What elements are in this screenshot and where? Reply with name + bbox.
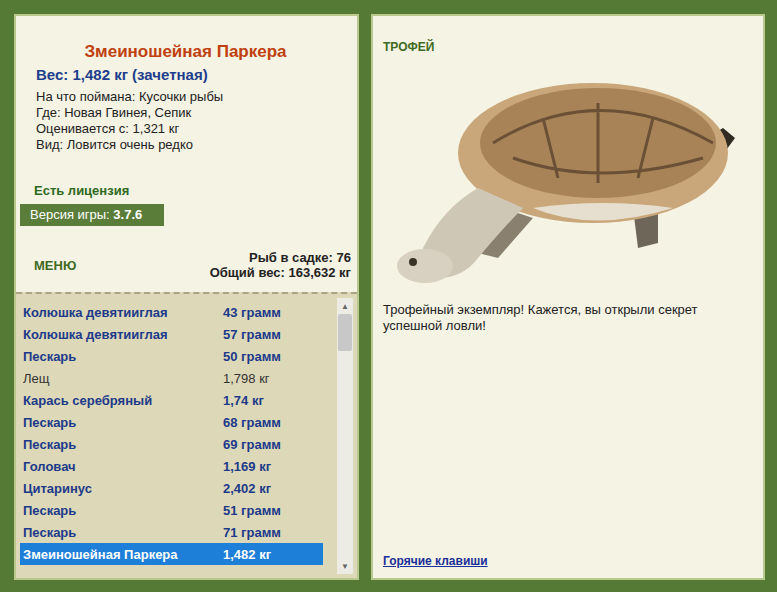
fish-title: Змеиношейная Паркера bbox=[20, 42, 351, 62]
catch-row[interactable]: Головач1,169 кг bbox=[20, 455, 323, 477]
catch-row[interactable]: Колюшка девятииглая43 грамм bbox=[20, 301, 323, 323]
catch-row[interactable]: Пескарь50 грамм bbox=[20, 345, 323, 367]
fish-weight: Вес: 1,482 кг (зачетная) bbox=[36, 66, 351, 83]
fish-details: На что поймана: Кусочки рыбыГде: Новая Г… bbox=[36, 89, 351, 153]
catch-row[interactable]: Пескарь51 грамм bbox=[20, 499, 323, 521]
scroll-track bbox=[337, 314, 353, 558]
catch-row[interactable]: Змеиношейная Паркера1,482 кг bbox=[20, 543, 323, 565]
catch-row[interactable]: Пескарь71 грамм bbox=[20, 521, 323, 543]
scrollbar[interactable]: ▲▼ bbox=[337, 298, 353, 574]
catch-row[interactable]: Колюшка девятииглая57 грамм bbox=[20, 323, 323, 345]
scroll-thumb[interactable] bbox=[338, 314, 352, 351]
detail-line: Вид: Ловится очень редко bbox=[36, 137, 351, 153]
detail-line: Где: Новая Гвинея, Сепик bbox=[36, 105, 351, 121]
trophy-message: Трофейный экземпляр! Кажется, вы открыли… bbox=[383, 302, 753, 334]
catch-row[interactable]: Лещ1,798 кг bbox=[20, 367, 323, 389]
catch-row[interactable]: Карась серебряный1,74 кг bbox=[20, 389, 323, 411]
version-bar: Версия игры: 3.7.6 bbox=[20, 204, 164, 226]
catch-row[interactable]: Цитаринус2,402 кг bbox=[20, 477, 323, 499]
scroll-down-button[interactable]: ▼ bbox=[337, 558, 353, 574]
trophy-label: ТРОФЕЙ bbox=[383, 40, 753, 54]
turtle-picture-icon bbox=[383, 58, 753, 288]
catch-info: Змеиношейная Паркера Вес: 1,482 кг (зачет… bbox=[16, 16, 357, 292]
license-label: Есть лицензия bbox=[34, 183, 351, 198]
detail-line: На что поймана: Кусочки рыбы bbox=[36, 89, 351, 105]
trophy-panel: ТРОФЕЙ Трофейный экземпляр! Кажется, вы о… bbox=[371, 14, 765, 580]
menu-button[interactable]: МЕНЮ bbox=[34, 258, 76, 273]
detail-line: Оценивается с: 1,321 кг bbox=[36, 121, 351, 137]
fishing-screen: Змеиношейная Паркера Вес: 1,482 кг (зачет… bbox=[0, 0, 777, 592]
scroll-up-button[interactable]: ▲ bbox=[337, 298, 353, 314]
hotkeys-link[interactable]: Горячие клавиши bbox=[383, 554, 753, 568]
menu-line: МЕНЮ Рыб в садке: 76Общий вес: 163,632 кг bbox=[20, 250, 351, 280]
catch-list: Колюшка девятииглая43 граммКолюшка девят… bbox=[16, 292, 357, 578]
keepnet-summary: Рыб в садке: 76Общий вес: 163,632 кг bbox=[210, 250, 351, 280]
catch-row[interactable]: Пескарь69 грамм bbox=[20, 433, 323, 455]
catch-row[interactable]: Пескарь68 грамм bbox=[20, 411, 323, 433]
catch-panel: Змеиношейная Паркера Вес: 1,482 кг (зачет… bbox=[14, 14, 359, 580]
